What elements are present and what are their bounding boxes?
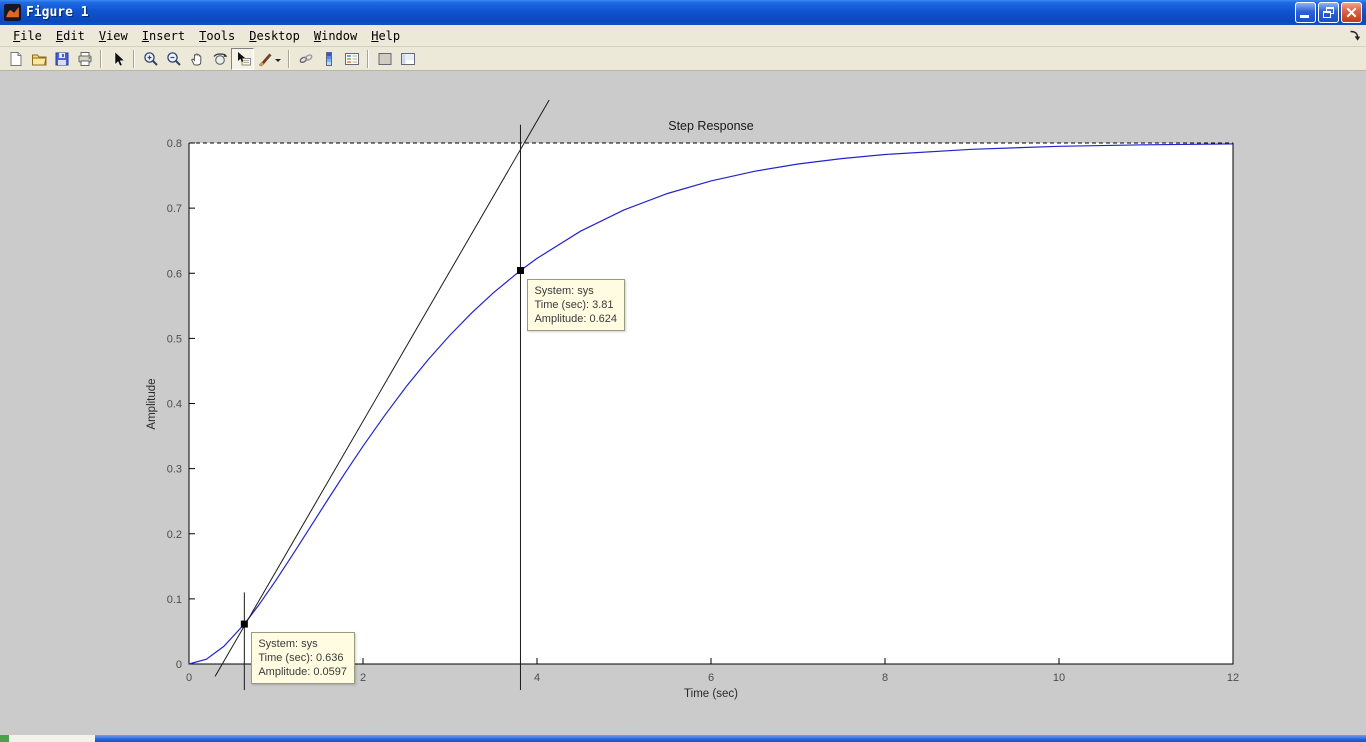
show-plot-tools-button[interactable] <box>396 48 419 70</box>
x-axis-label: Time (sec) <box>684 688 738 700</box>
y-tick-label: 0.7 <box>167 203 182 215</box>
datatip-time: Time (sec): 3.81 <box>534 298 614 311</box>
restore-icon <box>1323 7 1334 18</box>
menu-item-desktop[interactable]: Desktop <box>242 27 307 45</box>
window-title: Figure 1 <box>26 5 89 20</box>
y-tick-label: 0 <box>176 659 182 671</box>
data-marker-1[interactable] <box>516 267 524 275</box>
hide-plot-tools-button[interactable] <box>373 48 396 70</box>
datatip-amplitude: Amplitude: 0.624 <box>534 312 618 325</box>
titlebar[interactable]: Figure 1 <box>0 0 1366 25</box>
minimize-icon <box>1300 15 1309 18</box>
zoom-out-icon <box>166 51 181 66</box>
minimize-button[interactable] <box>1295 2 1316 23</box>
window-controls <box>1295 2 1366 23</box>
x-tick-label: 8 <box>882 672 888 684</box>
chart-title: Step Response <box>668 119 754 133</box>
dock-figure-button[interactable] <box>1348 29 1361 42</box>
toolbar-separator <box>133 49 135 68</box>
menu-item-insert[interactable]: Insert <box>135 27 192 45</box>
print-figure-icon <box>78 51 91 66</box>
menu-item-edit[interactable]: Edit <box>49 27 92 45</box>
datatip-time: Time (sec): 0.636 <box>258 652 344 665</box>
plot-area[interactable]: 0 2 4 6 8 10 12 0 0.1 0.2 0.3 0.4 0.5 0.6 0.7 0.8 Step R… <box>0 71 1366 735</box>
pan-button[interactable] <box>185 48 208 70</box>
figure-canvas[interactable]: 0 2 4 6 8 10 12 0 0.1 0.2 0.3 0.4 0.5 0.6 0.7 0.8 Step R… <box>0 71 1366 735</box>
taskbar-edge[interactable] <box>0 735 1366 742</box>
show-plot-tools-icon <box>400 52 415 65</box>
insert-colorbar-icon <box>325 51 332 66</box>
toolbar-separator <box>100 49 102 68</box>
insert-colorbar-button[interactable] <box>317 48 340 70</box>
axes-background <box>189 143 1233 664</box>
brush-dropdown-icon[interactable] <box>275 58 281 65</box>
pan-hand-icon <box>190 52 201 65</box>
edit-plot-button[interactable] <box>106 48 129 70</box>
close-button[interactable] <box>1341 2 1362 23</box>
matlab-figure-icon <box>4 4 21 21</box>
link-plot-icon <box>299 53 312 63</box>
toolbar-separator <box>288 49 290 68</box>
zoom-in-button[interactable] <box>139 48 162 70</box>
menubar: File Edit View Insert Tools Desktop Window Help <box>0 25 1366 47</box>
dock-arrow-icon <box>1350 30 1361 41</box>
open-file-button[interactable] <box>27 48 50 70</box>
brush-button[interactable] <box>254 48 284 70</box>
taskbar-left-edge <box>9 735 95 742</box>
new-figure-button[interactable] <box>4 48 27 70</box>
rotate-3d-button[interactable] <box>208 48 231 70</box>
x-tick-label: 12 <box>1227 672 1239 684</box>
new-figure-icon <box>10 51 21 66</box>
menu-item-help[interactable]: Help <box>364 27 407 45</box>
rotate-3d-icon <box>213 52 227 65</box>
y-tick-label: 0.8 <box>167 138 182 150</box>
y-tick-label: 0.1 <box>167 594 182 606</box>
datatip-lower[interactable]: System: sys Time (sec): 0.636 Amplitude:… <box>251 632 355 685</box>
data-marker-0[interactable] <box>240 620 248 628</box>
insert-legend-button[interactable] <box>340 48 363 70</box>
x-tick-label: 10 <box>1053 672 1065 684</box>
insert-legend-icon <box>344 52 359 65</box>
y-tick-label: 0.6 <box>167 268 182 280</box>
y-tick-label: 0.3 <box>167 464 182 476</box>
menu-item-file[interactable]: File <box>6 27 49 45</box>
open-file-icon <box>31 54 47 65</box>
zoom-out-button[interactable] <box>162 48 185 70</box>
y-axis-label: Amplitude <box>146 378 158 429</box>
figure-window: Figure 1 File Edit View Insert Tools Desktop W… <box>0 0 1366 742</box>
x-tick-label: 0 <box>186 672 192 684</box>
x-tick-label: 4 <box>534 672 540 684</box>
data-cursor-button[interactable] <box>231 47 254 70</box>
close-icon <box>1346 7 1357 18</box>
menu-item-tools[interactable]: Tools <box>192 27 242 45</box>
datatip-system: System: sys <box>534 284 594 297</box>
save-figure-button[interactable] <box>50 48 73 70</box>
edit-plot-arrow-icon <box>114 50 125 66</box>
toolbar-separator <box>367 49 369 68</box>
datatip-upper[interactable]: System: sys Time (sec): 3.81 Amplitude: … <box>527 278 626 331</box>
hide-plot-tools-icon <box>378 52 391 65</box>
datatip-system: System: sys <box>258 638 318 651</box>
menu-item-view[interactable]: View <box>92 27 135 45</box>
x-tick-label: 6 <box>708 672 714 684</box>
save-figure-icon <box>55 52 68 65</box>
print-figure-button[interactable] <box>73 48 96 70</box>
y-tick-label: 0.2 <box>167 529 182 541</box>
data-cursor-icon <box>237 51 251 65</box>
restore-button[interactable] <box>1318 2 1339 23</box>
x-tick-label: 2 <box>360 672 366 684</box>
y-tick-label: 0.4 <box>167 399 182 411</box>
toolbar <box>0 47 1366 71</box>
brush-icon <box>258 53 272 66</box>
datatip-amplitude: Amplitude: 0.0597 <box>258 666 347 679</box>
start-button-edge <box>0 735 9 742</box>
zoom-in-icon <box>143 51 158 66</box>
y-tick-label: 0.5 <box>167 333 182 345</box>
menu-item-window[interactable]: Window <box>307 27 364 45</box>
link-plot-button[interactable] <box>294 48 317 70</box>
